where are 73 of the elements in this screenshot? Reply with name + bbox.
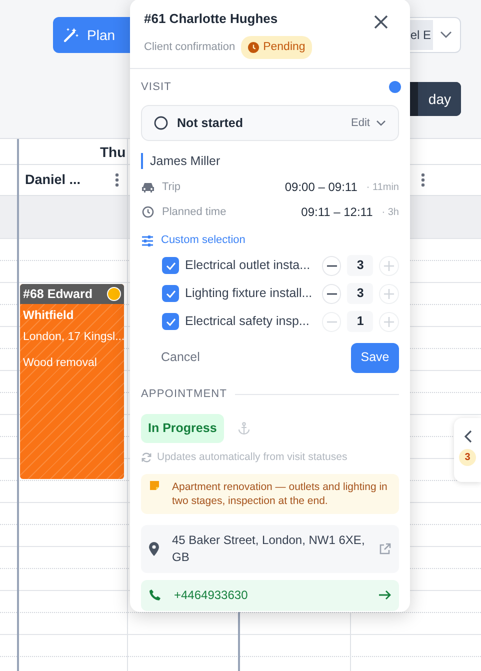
- count-badge: 3: [459, 449, 476, 466]
- visit-status-box[interactable]: Not started Edit: [141, 105, 399, 142]
- magic-wand-icon: [63, 27, 79, 43]
- technician-name: Daniel ...: [25, 170, 81, 189]
- chevron-down-icon: [440, 31, 452, 39]
- decrease-button[interactable]: [322, 256, 342, 276]
- appointment-address: London, 17 Kingsl...: [22, 330, 124, 345]
- day-header: Thu: [99, 143, 126, 162]
- arrow-right-icon: [379, 590, 391, 600]
- map-pin-icon: [149, 542, 159, 556]
- phone-box[interactable]: +4464933630: [141, 580, 399, 611]
- anchor-icon: [238, 422, 250, 436]
- chevron-down-icon: [376, 120, 386, 126]
- circle-icon: [154, 116, 168, 130]
- section-label: VISIT: [141, 80, 172, 95]
- kebab-menu-icon[interactable]: [115, 173, 119, 187]
- address-box[interactable]: 45 Baker Street, London, NW1 6XE, GB: [141, 524, 399, 573]
- row-label: Trip: [162, 180, 182, 195]
- service-name: Electrical safety insp...: [185, 313, 310, 330]
- save-button[interactable]: Save: [351, 342, 399, 373]
- service-name: Lighting fixture install...: [185, 285, 314, 302]
- service-name: Electrical outlet insta...: [185, 257, 312, 274]
- checkbox[interactable]: [162, 285, 179, 302]
- plus-icon: [384, 316, 394, 327]
- duration: · 3h: [382, 206, 399, 220]
- row-label: Planned time: [162, 205, 228, 220]
- time-range: 09:11 – 12:11: [301, 204, 373, 222]
- minus-icon: [326, 320, 337, 323]
- note-icon: [149, 480, 160, 491]
- sliders-icon: [141, 234, 154, 246]
- status-dot-icon: [389, 81, 401, 93]
- status-dot-icon: [107, 287, 121, 301]
- plus-icon: [384, 288, 394, 299]
- plus-icon: [384, 260, 394, 271]
- quantity-value: 3: [347, 255, 374, 276]
- kebab-menu-icon[interactable]: [421, 173, 425, 187]
- external-link-icon: [379, 542, 391, 555]
- duration: · 11min: [366, 180, 399, 195]
- minus-icon: [326, 264, 337, 267]
- quantity-value: 1: [347, 311, 374, 332]
- address-text: 45 Baker Street, London, NW1 6XE, GB: [172, 532, 366, 566]
- status-badge: In Progress: [141, 414, 224, 443]
- car-icon: [141, 181, 155, 194]
- comment-text: Apartment renovation — outlets and lighting in two stages, inspection at the end.: [172, 480, 388, 508]
- checkbox[interactable]: [162, 313, 179, 330]
- phone-icon: [149, 589, 161, 602]
- check-icon: [166, 318, 176, 326]
- custom-selection-label: Custom selection: [161, 233, 246, 248]
- appointment-title: Whitfield: [22, 307, 75, 324]
- appointment-card[interactable]: #68 Edward Whitfield London, 17 Kingsl... Wood removal: [20, 284, 124, 479]
- clock-icon: [248, 42, 260, 53]
- technician-name: James Miller: [141, 153, 399, 170]
- side-panel-tab[interactable]: 3: [454, 418, 481, 482]
- minus-icon: [326, 292, 337, 295]
- status-badge: Pending: [241, 36, 312, 59]
- checkbox[interactable]: [162, 257, 179, 274]
- chevron-left-icon: [464, 430, 472, 443]
- auto-update-note: Updates automatically from visit statuses: [157, 450, 348, 465]
- day-view-button[interactable]: day: [418, 82, 461, 116]
- time-range: 09:00 – 09:11: [284, 179, 358, 196]
- clock-icon: [141, 206, 155, 218]
- quantity-value: 3: [347, 283, 374, 304]
- appointment-service: Wood removal: [22, 356, 98, 372]
- decrease-button[interactable]: [322, 284, 342, 304]
- refresh-icon: [141, 452, 152, 464]
- phone-number: +4464933630: [174, 587, 249, 604]
- check-icon: [166, 262, 176, 270]
- check-icon: [166, 290, 176, 298]
- section-label: APPOINTMENT: [141, 386, 228, 402]
- close-icon: [374, 15, 388, 29]
- appointment-title: #68 Edward: [23, 286, 92, 303]
- cancel-button[interactable]: Cancel: [161, 348, 200, 368]
- edit-button[interactable]: Edit: [351, 115, 386, 132]
